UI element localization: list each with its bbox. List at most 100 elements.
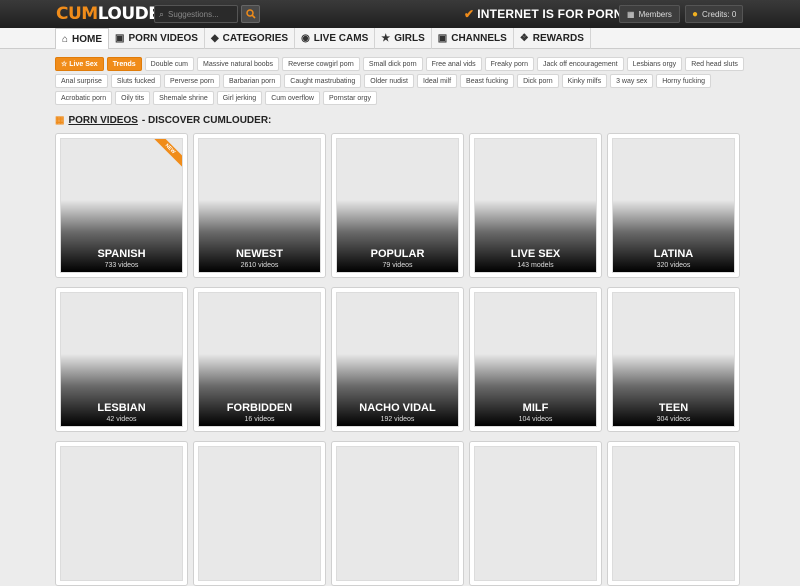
category-thumbnail[interactable]: [612, 446, 735, 581]
logo-cum-text: CUM: [56, 4, 98, 24]
category-count: 79 videos: [382, 262, 413, 269]
tag-link[interactable]: 3 way sex: [610, 74, 654, 88]
tag-link[interactable]: Freaky porn: [484, 57, 534, 71]
category-card[interactable]: FORBIDDEN 16 videos: [193, 287, 326, 432]
tag-link[interactable]: Reverse cowgirl porn: [282, 57, 360, 71]
tag-link[interactable]: Kinky milfs: [561, 74, 608, 88]
search-input[interactable]: ⌕ Suggestions...: [154, 5, 238, 23]
nav-home[interactable]: ⌂ HOME: [55, 28, 110, 49]
nav-label: GIRLS: [394, 33, 425, 44]
slogan: ✔ INTERNET IS FOR PORN: [464, 7, 623, 21]
category-thumbnail[interactable]: [336, 446, 459, 581]
nav-label: CHANNELS: [451, 33, 507, 44]
category-card[interactable]: [469, 441, 602, 586]
tag-link[interactable]: Dick porn: [517, 74, 559, 88]
category-title: NACHO VIDAL: [359, 402, 436, 414]
porn-videos-link[interactable]: PORN VIDEOS: [68, 115, 137, 126]
category-thumbnail[interactable]: LIVE SEX 143 models: [474, 138, 597, 273]
category-thumbnail[interactable]: [198, 446, 321, 581]
star-icon: ★: [381, 33, 391, 44]
tag-link[interactable]: Free anal vids: [425, 57, 482, 71]
category-thumbnail[interactable]: NEWEST 2610 videos: [198, 138, 321, 273]
category-count: 304 videos: [656, 416, 691, 423]
category-thumbnail[interactable]: SPANISH 733 videos NEW: [60, 138, 183, 273]
tag-link[interactable]: Double cum: [144, 57, 195, 71]
tag-link[interactable]: Girl jerking: [216, 91, 263, 105]
category-card[interactable]: [607, 441, 740, 586]
category-card[interactable]: LATINA 320 videos: [607, 133, 740, 278]
tag-label: Anal surprise: [61, 77, 102, 85]
tag-label: Perverse porn: [170, 77, 214, 85]
category-thumbnail[interactable]: [60, 446, 183, 581]
nav-label: PORN VIDEOS: [128, 33, 198, 44]
tag-link[interactable]: Older nudist: [364, 74, 415, 88]
category-count: 2610 videos: [240, 262, 279, 269]
tag-label: Shemale shrine: [159, 94, 208, 102]
category-card[interactable]: NACHO VIDAL 192 videos: [331, 287, 464, 432]
category-title: NEWEST: [235, 248, 284, 260]
tag-cloud: ☆ Live Sex Trends Double cum Massive natura…: [55, 57, 745, 105]
tag-link[interactable]: Barbarian porn: [222, 74, 282, 88]
category-thumbnail[interactable]: NACHO VIDAL 192 videos: [336, 292, 459, 427]
tag-label: Barbarian porn: [228, 77, 276, 85]
category-thumbnail[interactable]: MILF 104 videos: [474, 292, 597, 427]
category-thumbnail[interactable]: TEEN 304 videos: [612, 292, 735, 427]
category-thumbnail[interactable]: [474, 446, 597, 581]
category-card[interactable]: SPANISH 733 videos NEW: [55, 133, 188, 278]
category-title: TEEN: [658, 402, 689, 414]
tag-link[interactable]: Ideal milf: [417, 74, 458, 88]
tag-link[interactable]: Horny fucking: [656, 74, 712, 88]
members-button[interactable]: ▦ Members: [619, 5, 680, 23]
grid-icon: ▦: [55, 115, 65, 126]
tag-link[interactable]: Sluts fucked: [110, 74, 161, 88]
category-thumbnail[interactable]: POPULAR 79 videos: [336, 138, 459, 273]
credits-button[interactable]: ● Credits: 0: [685, 5, 744, 23]
credits-label: Credits: 0: [702, 9, 737, 19]
tag-link[interactable]: Pornstar orgy: [322, 91, 378, 105]
category-count: 320 videos: [656, 262, 691, 269]
category-card[interactable]: [193, 441, 326, 586]
category-title: FORBIDDEN: [226, 402, 293, 414]
trends-tag[interactable]: Trends: [106, 57, 142, 71]
tag-label: Acrobatic porn: [61, 94, 107, 102]
category-card[interactable]: [55, 441, 188, 586]
nav-porn-videos[interactable]: ▣ PORN VIDEOS: [109, 28, 205, 49]
tag-link[interactable]: Caught mastrubating: [284, 74, 362, 88]
tag-link[interactable]: Acrobatic porn: [55, 91, 113, 105]
tag-link[interactable]: Perverse porn: [164, 74, 220, 88]
search-button[interactable]: [241, 5, 260, 23]
category-thumbnail[interactable]: LESBIAN 42 videos: [60, 292, 183, 427]
tag-link[interactable]: Beast fucking: [460, 74, 515, 88]
category-thumbnail[interactable]: LATINA 320 videos: [612, 138, 735, 273]
tag-link[interactable]: Red head sluts: [685, 57, 744, 71]
tag-link[interactable]: Cum overflow: [265, 91, 320, 105]
tag-link[interactable]: Lesbians orgy: [626, 57, 683, 71]
tag-link[interactable]: Oily tits: [115, 91, 151, 105]
tag-link[interactable]: Small dick porn: [362, 57, 423, 71]
tag-link[interactable]: Anal surprise: [55, 74, 108, 88]
category-thumbnail[interactable]: FORBIDDEN 16 videos: [198, 292, 321, 427]
tag-link[interactable]: Massive natural boobs: [197, 57, 280, 71]
category-card[interactable]: LIVE SEX 143 models: [469, 133, 602, 278]
category-card[interactable]: LESBIAN 42 videos: [55, 287, 188, 432]
search-placeholder: Suggestions...: [168, 9, 219, 19]
category-card[interactable]: [331, 441, 464, 586]
category-card[interactable]: NEWEST 2610 videos: [193, 133, 326, 278]
category-card[interactable]: MILF 104 videos: [469, 287, 602, 432]
tag-link[interactable]: Jack off encouragement: [537, 57, 624, 71]
tag-link[interactable]: Shemale shrine: [153, 91, 214, 105]
live-sex-tag[interactable]: ☆ Live Sex: [55, 57, 104, 71]
category-card[interactable]: TEEN 304 videos: [607, 287, 740, 432]
nav-channels[interactable]: ▣ CHANNELS: [432, 28, 514, 49]
tag-label: Sluts fucked: [116, 77, 155, 85]
category-count: 143 models: [517, 262, 554, 269]
category-count: 16 videos: [244, 416, 275, 423]
nav-live-cams[interactable]: ◉ LIVE CAMS: [295, 28, 376, 49]
nav-categories[interactable]: ◆ CATEGORIES: [205, 28, 296, 49]
category-card[interactable]: POPULAR 79 videos: [331, 133, 464, 278]
nav-girls[interactable]: ★ GIRLS: [375, 28, 432, 49]
tag-label: Ideal milf: [423, 77, 452, 85]
category-title: LATINA: [653, 248, 694, 260]
tag-label: Trends: [112, 60, 136, 68]
nav-rewards[interactable]: ❖ REWARDS: [514, 28, 591, 49]
